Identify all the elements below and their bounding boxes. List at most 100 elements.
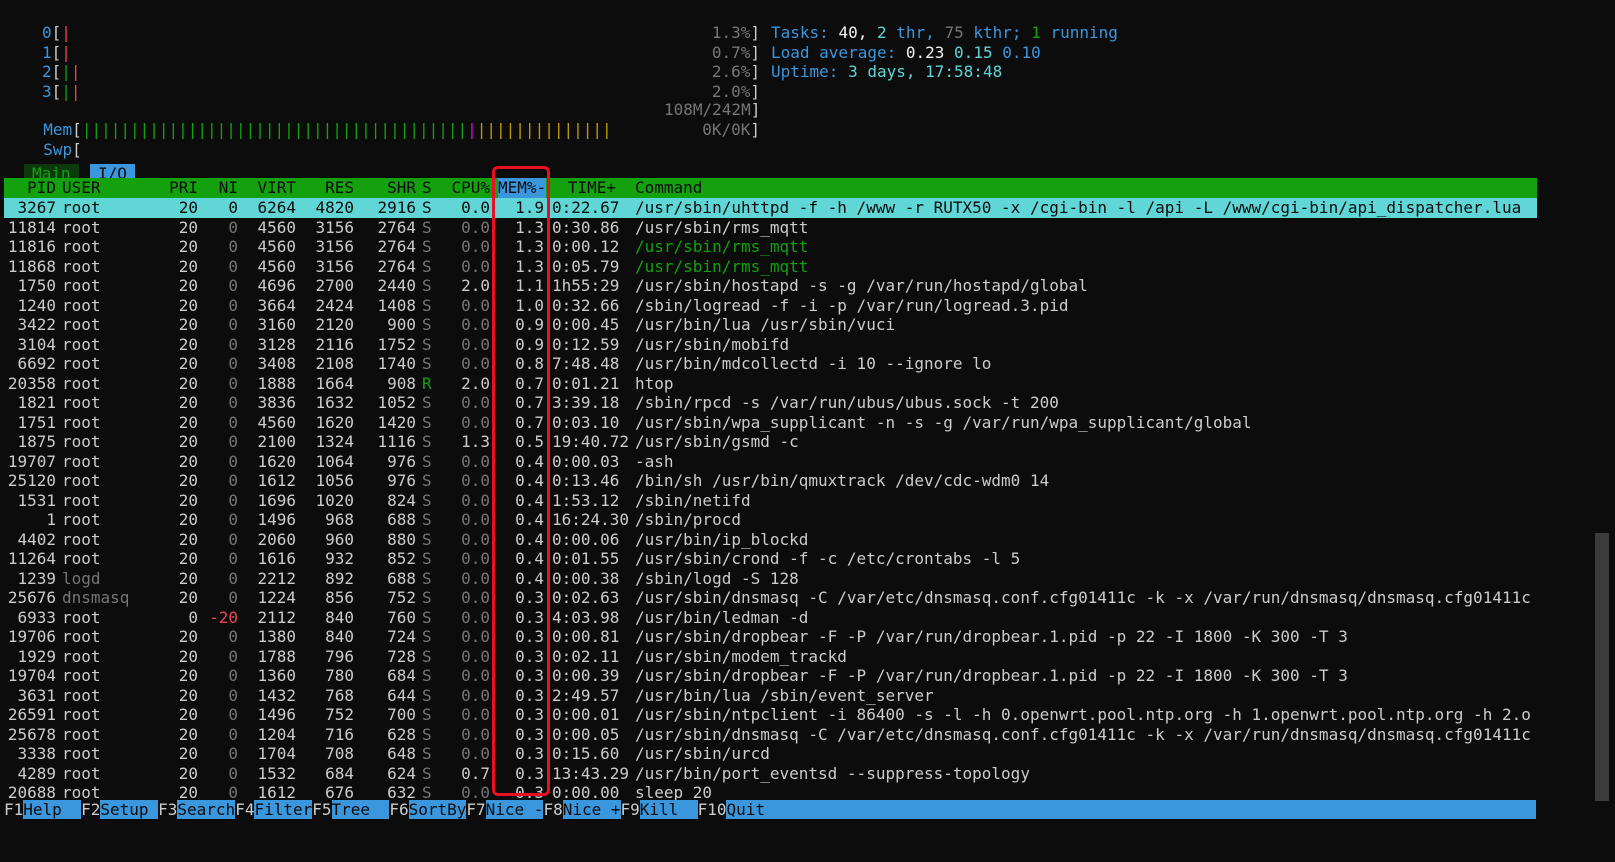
process-row[interactable]: 20358 root 20 0 1888 1664 908 R 2.0 0.7 0:01.21 hto… [4,374,1537,394]
cell-cpu: 0.0 [461,666,490,685]
cell-s: S [422,705,432,724]
mem-bar: ||||||||||||||||||||||||||||||||||||||||… [82,120,612,139]
cell-s: S [422,510,432,529]
fkey-label-f7[interactable]: Nice - [485,800,544,819]
col-ni[interactable]: NI [204,178,238,198]
cell-pid: 3267 [17,198,56,217]
cell-cmd: /usr/sbin/rms_mqtt [635,217,809,237]
col-virt[interactable]: VIRT [244,178,296,198]
process-row[interactable]: 11264 root 20 0 1616 932 852 S 0.0 0.4 0:01.55/usr… [4,549,1537,569]
cell-mem: 0.3 [515,646,544,666]
process-row[interactable]: 3104 root 20 0 3128 2116 1752 S 0.0 0.9 0:12.59/us… [4,335,1537,355]
process-row[interactable]: 26591 root 20 0 1496 752 700 S 0.0 0.3 0:00.01/usr… [4,705,1537,725]
fkey-label-f6[interactable]: SortBy [408,800,467,819]
fkey-label-f3[interactable]: Search [177,800,236,819]
process-row[interactable]: 25678 root 20 0 1204 716 628 S 0.0 0.3 0:00.05/usr… [4,725,1537,745]
col-time[interactable]: TIME+ [552,178,616,198]
cell-pri: 20 [178,432,198,451]
fkey-f1[interactable]: F1 [4,800,23,819]
cell-cmd: /usr/sbin/gsmd -c [635,432,799,451]
fkey-f2[interactable]: F2 [81,800,100,819]
fkey-label-f2[interactable]: Setup [100,800,159,819]
cell-shr: 688 [387,568,416,588]
scrollbar-thumb[interactable] [1595,533,1609,801]
fkey-label-f10[interactable]: Quit [726,800,765,819]
fkey-label-f1[interactable]: Help [23,800,82,819]
cell-mem: 0.4 [515,549,544,568]
process-row[interactable]: 6933 root 0 -20 2112 840 760 S 0.0 0.3 4:03.98/usr… [4,608,1537,628]
cell-ni: 0 [228,217,238,237]
process-row[interactable]: 11816 root 20 0 4560 3156 2764 S 0.0 1.3 0:00.12/u… [4,237,1537,257]
fkey-f3[interactable]: F3 [158,800,177,819]
process-row[interactable]: 1875 root 20 0 2100 1324 1116 S 1.3 0.5 19:40.72/u… [4,432,1537,452]
process-row[interactable]: 1531 root 20 0 1696 1020 824 S 0.0 0.4 1:53.12/sbi… [4,491,1537,511]
col-pid[interactable]: PID [4,178,56,198]
process-row[interactable]: 25120 root 20 0 1612 1056 976 S 0.0 0.4 0:13.46/bi… [4,471,1537,491]
cell-shr: 1408 [377,295,416,315]
fkey-label-f4[interactable]: Filter [254,800,313,819]
col-res[interactable]: RES [304,178,354,198]
col-mem-sorted[interactable]: MEM%- [498,178,547,198]
cell-s: S [422,666,432,685]
process-row[interactable]: 1239 logd 20 0 2212 892 688 S 0.0 0.4 0:00.38/sbin… [4,569,1537,589]
cell-user: root [62,490,101,510]
col-state[interactable]: S [422,178,432,198]
process-row[interactable]: 6692 root 20 0 3408 2108 1740 S 0.0 0.8 7:48.48/us… [4,354,1537,374]
process-row[interactable]: 1 root 20 0 1496 968 688 S 0.0 0.4 16:24.30/sbin/p… [4,510,1537,530]
process-row[interactable]: 4289 root 20 0 1532 684 624 S 0.7 0.3 13:43.29/usr… [4,764,1537,784]
fkey-label-f5[interactable]: Tree [331,800,390,819]
cell-ni: 0 [228,705,238,724]
fkey-f8[interactable]: F8 [543,800,562,819]
fkey-f7[interactable]: F7 [466,800,485,819]
process-row[interactable]: 3267 root 20 0 6264 4820 2916 S 0.0 1.9 0:22.67/us… [4,198,1537,218]
fkey-label-f8[interactable]: Nice + [562,800,621,819]
process-row[interactable]: 1751 root 20 0 4560 1620 1420 S 0.0 0.7 0:03.10/us… [4,413,1537,433]
cell-user: root [62,724,101,744]
col-user[interactable]: USER [62,178,101,198]
process-row[interactable]: 19707 root 20 0 1620 1064 976 S 0.0 0.4 0:00.03 -as… [4,452,1537,472]
cell-pid: 1239 [17,568,56,588]
process-row[interactable]: 3631 root 20 0 1432 768 644 S 0.0 0.3 2:49.57/usr/… [4,686,1537,706]
cpu-bar-open: [ [51,23,62,42]
cell-shr: 1420 [377,412,416,432]
fkey-label-f9[interactable]: Kill [639,800,698,819]
cell-pid: 6933 [17,607,56,627]
col-cpu[interactable]: CPU% [442,178,490,198]
cell-ni: 0 [228,432,238,451]
cell-shr: 724 [387,627,416,646]
cell-cpu: 0.0 [461,490,490,510]
fkey-f9[interactable]: F9 [621,800,640,819]
cell-time: 0:03.10 [552,412,620,432]
process-row[interactable]: 4402 root 20 0 2060 960 880 S 0.0 0.4 0:00.06/usr/… [4,530,1537,550]
process-row[interactable]: 19704 root 20 0 1360 780 684 S 0.0 0.3 0:00.39/usr… [4,666,1537,686]
fkey-f4[interactable]: F4 [235,800,254,819]
cell-mem: 0.3 [515,744,544,763]
process-row[interactable]: 1821 root 20 0 3836 1632 1052 S 0.0 0.7 3:39.18/sb… [4,393,1537,413]
fkey-f6[interactable]: F6 [389,800,408,819]
cell-cpu: 0.0 [461,568,490,588]
cell-cpu: 0.0 [461,724,490,744]
process-row[interactable]: 25676 dnsmasq 20 0 1224 856 752 S 0.0 0.3 0:02.63 /… [4,588,1537,608]
cell-time: 2:49.57 [552,685,620,705]
cell-mem: 0.5 [515,432,544,451]
col-pri[interactable]: PRI [154,178,198,198]
process-row[interactable]: 11814 root 20 0 4560 3156 2764 S 0.0 1.3 0:30.86/u… [4,218,1537,238]
process-row[interactable]: 1750 root 20 0 4696 2700 2440 S 2.0 1.1 1h55:29/us… [4,276,1537,296]
cell-virt: 3836 [257,393,296,412]
cell-res: 708 [325,744,354,763]
process-row[interactable]: 1929 root 20 0 1788 796 728 S 0.0 0.3 0:02.11/usr/… [4,647,1537,667]
process-row[interactable]: 11868 root 20 0 4560 3156 2764 S 0.0 1.3 0:05.79/u… [4,257,1537,277]
process-row[interactable]: 3338 root 20 0 1704 708 648 S 0.0 0.3 0:15.60/usr/… [4,744,1537,764]
cell-pid: 3422 [17,315,56,334]
process-row[interactable]: 3422 root 20 0 3160 2120 900 S 0.0 0.9 0:00.45/usr… [4,315,1537,335]
col-command[interactable]: Command [635,178,702,198]
cell-cmd: /usr/bin/ledman -d [635,607,809,627]
cell-ni: 0 [228,198,238,217]
fkey-f10[interactable]: F10 [698,800,727,819]
col-shr[interactable]: SHR [360,178,416,198]
cell-user: root [62,471,101,490]
cell-mem: 1.1 [515,276,544,295]
fkey-f5[interactable]: F5 [312,800,331,819]
process-row[interactable]: 1240 root 20 0 3664 2424 1408 S 0.0 1.0 0:32.66/sb… [4,296,1537,316]
process-row[interactable]: 19706 root 20 0 1380 840 724 S 0.0 0.3 0:00.81/usr… [4,627,1537,647]
